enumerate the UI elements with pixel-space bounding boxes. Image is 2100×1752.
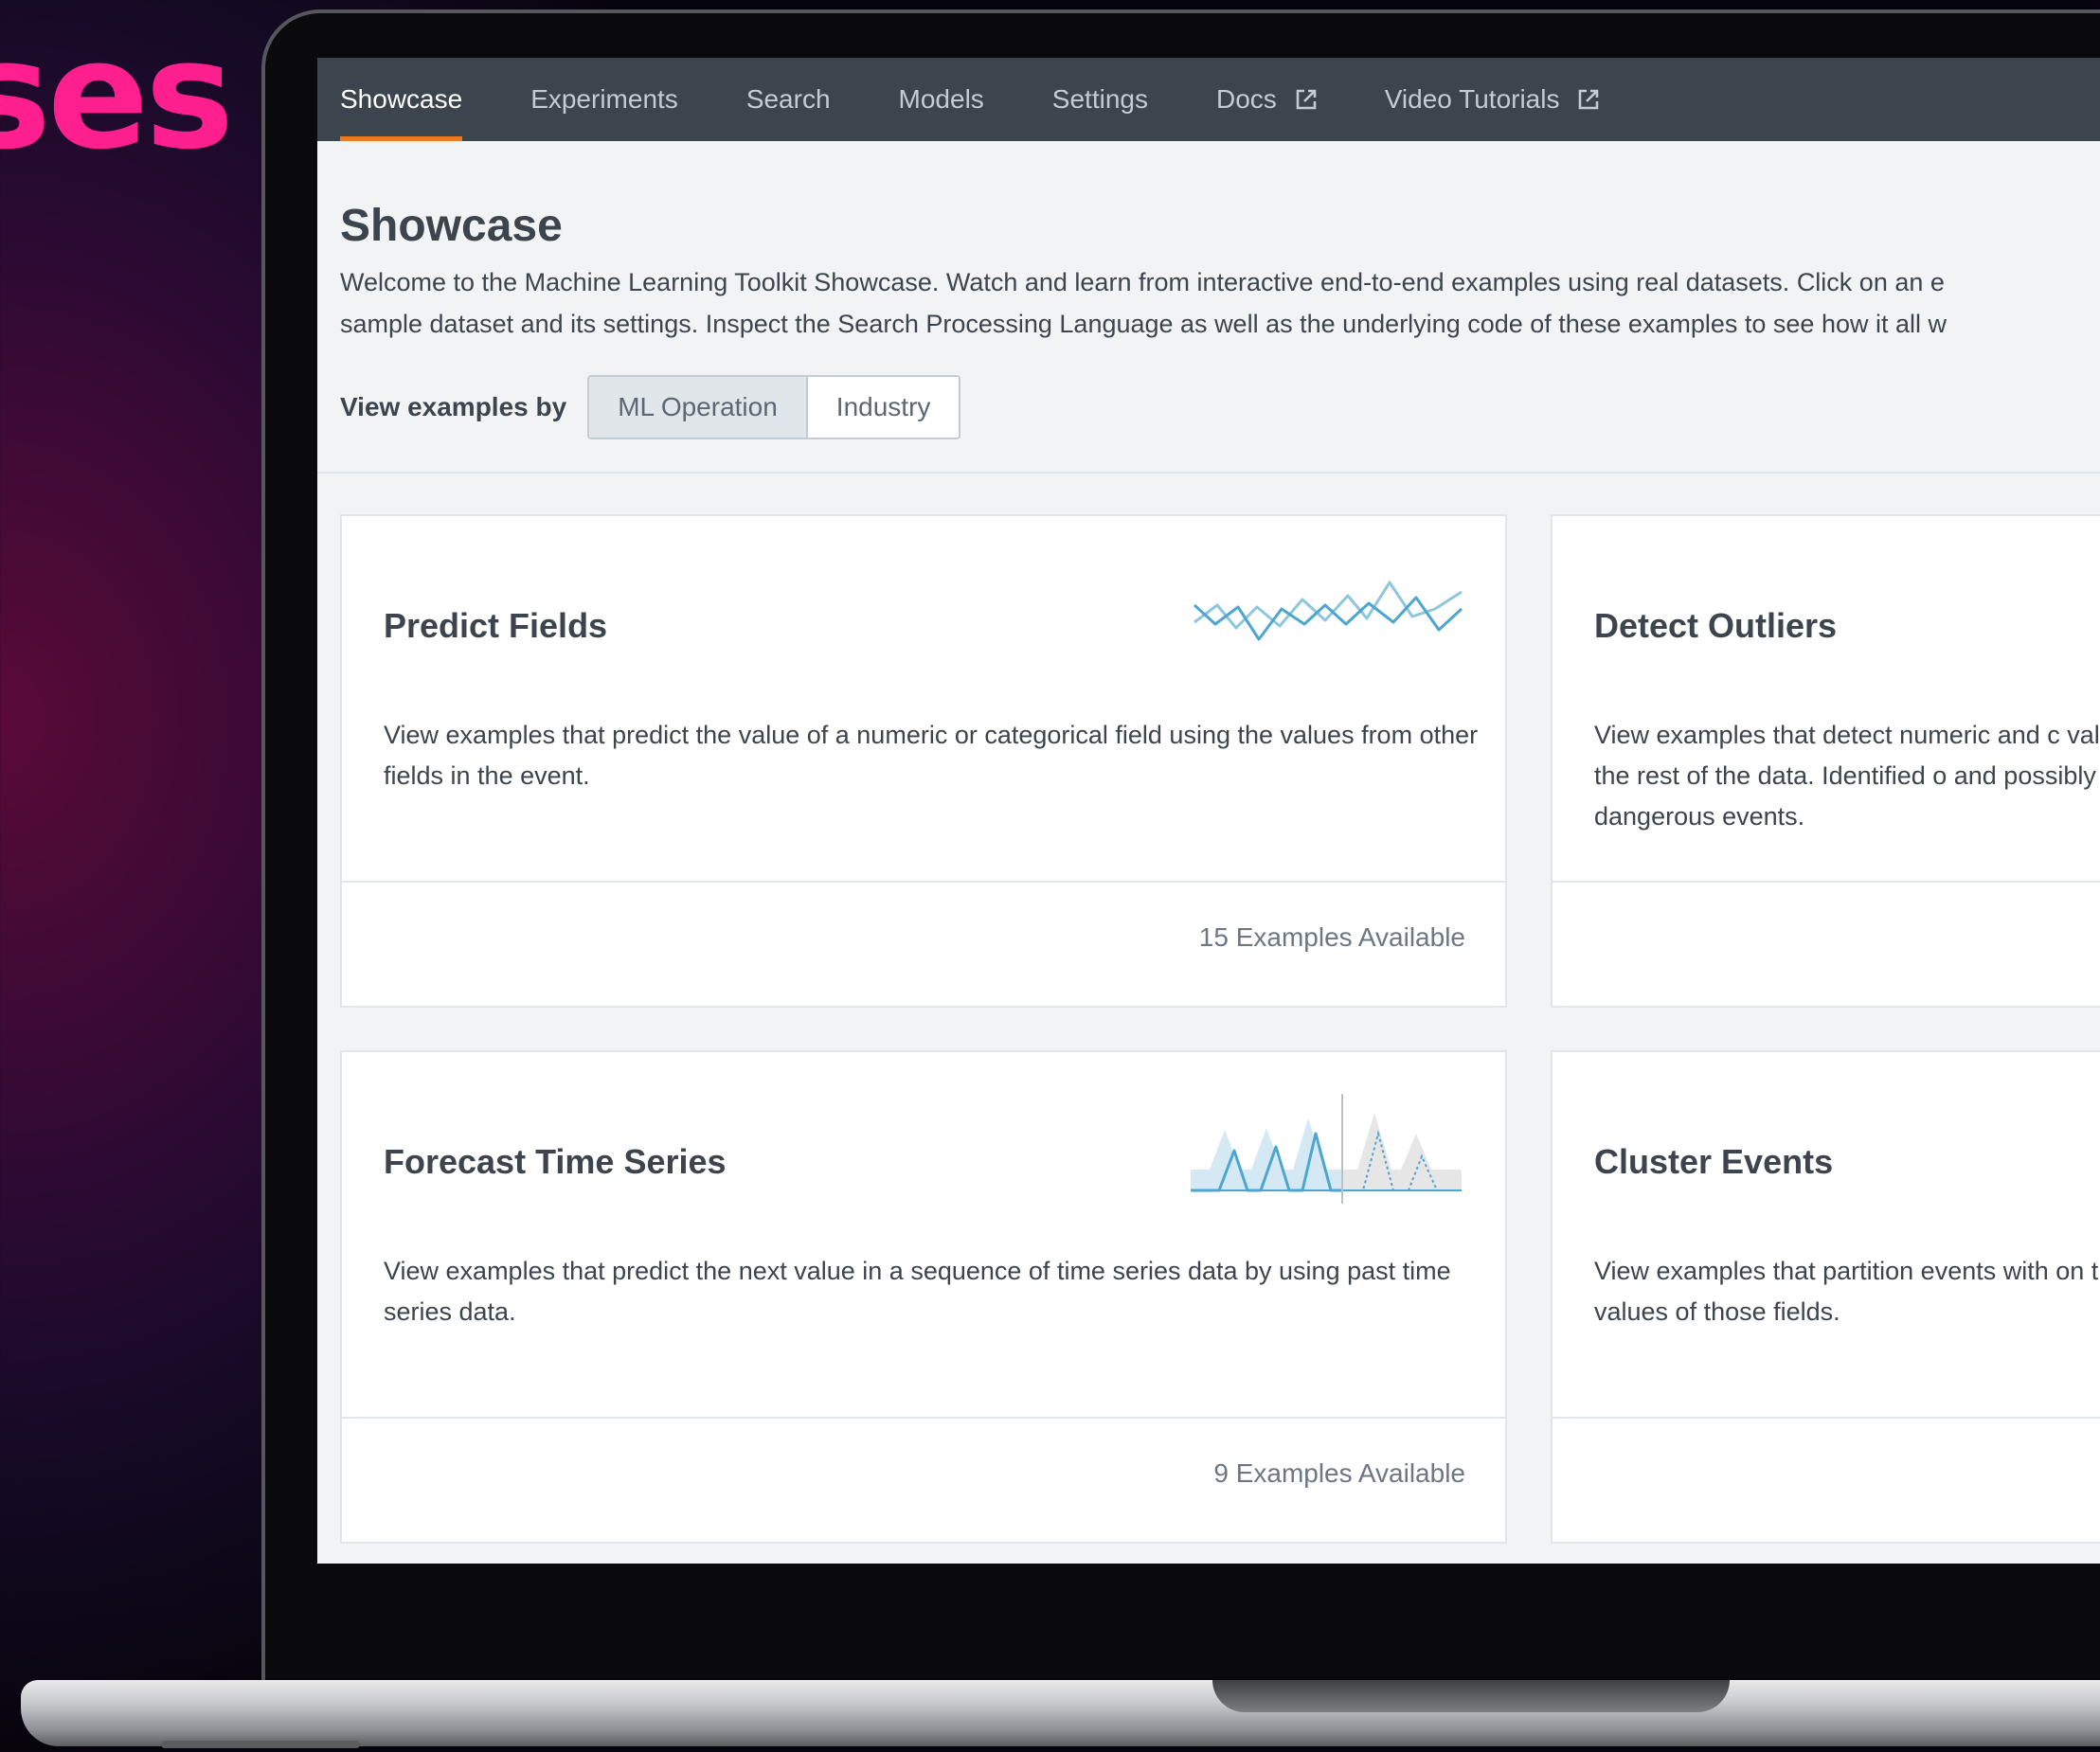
card-description: View examples that detect numeric and c …	[1594, 721, 2100, 831]
external-link-icon	[1296, 89, 1317, 110]
card-title: Predict Fields	[384, 606, 608, 645]
tab-docs[interactable]: Docs	[1216, 58, 1317, 141]
tab-showcase[interactable]: Showcase	[340, 58, 463, 141]
top-navigation: Showcase Experiments Search Models Setti…	[317, 58, 2100, 141]
industry-button[interactable]: Industry	[807, 377, 960, 438]
card-footer: 15 Examples Available	[342, 881, 1505, 1006]
tab-label: Search	[745, 84, 831, 114]
view-by-row: View examples by ML Operation Industry	[340, 375, 961, 439]
card-description: View examples that partition events with…	[1594, 1257, 2100, 1326]
card-cluster-events[interactable]: Cluster Events View examples that partit…	[1551, 1050, 2100, 1544]
laptop-base	[21, 1680, 2100, 1746]
tab-models[interactable]: Models	[899, 58, 984, 141]
section-divider	[317, 472, 2100, 474]
ml-operation-button[interactable]: ML Operation	[589, 377, 808, 438]
tab-label: Experiments	[530, 84, 678, 114]
app-screen: Showcase Experiments Search Models Setti…	[317, 58, 2100, 1564]
tab-video-tutorials[interactable]: Video Tutorials	[1385, 58, 1600, 141]
tab-experiments[interactable]: Experiments	[530, 58, 678, 141]
card-title: Cluster Events	[1594, 1142, 1834, 1181]
laptop-foot	[161, 1741, 360, 1748]
tab-label: Showcase	[340, 84, 463, 114]
page-header: Showcase Welcome to the Machine Learning…	[340, 200, 2100, 345]
examples-count: 9 Examples Available	[1213, 1458, 1465, 1488]
card-description: View examples that predict the next valu…	[384, 1257, 1451, 1326]
tab-label: Settings	[1051, 84, 1148, 114]
card-footer	[1553, 1417, 2100, 1542]
backdrop-headline: ses	[0, 9, 234, 183]
card-footer	[1553, 881, 2100, 1006]
page-description-line: sample dataset and its settings. Inspect…	[340, 310, 1947, 338]
page-description-line: Welcome to the Machine Learning Toolkit …	[340, 268, 1945, 296]
card-title: Detect Outliers	[1594, 606, 1838, 645]
card-predict-fields[interactable]: Predict Fields View examples that predic…	[340, 514, 1507, 1008]
page-description: Welcome to the Machine Learning Toolkit …	[340, 261, 2100, 345]
tab-label: Models	[898, 84, 984, 114]
card-detect-outliers[interactable]: Detect Outliers View examples that detec…	[1551, 514, 2100, 1008]
tab-label: Video Tutorials	[1384, 84, 1560, 114]
tab-label: Docs	[1215, 84, 1277, 114]
view-by-label: View examples by	[340, 392, 567, 421]
examples-count: 15 Examples Available	[1198, 922, 1465, 952]
tab-settings[interactable]: Settings	[1052, 58, 1148, 141]
zigzag-lines-icon	[1193, 571, 1463, 655]
card-title: Forecast Time Series	[384, 1142, 727, 1181]
card-forecast-time-series[interactable]: Forecast Time Series View examples that …	[340, 1050, 1507, 1544]
laptop-notch	[1212, 1680, 1730, 1712]
card-footer: 9 Examples Available	[342, 1417, 1505, 1542]
page-title: Showcase	[340, 201, 563, 251]
card-description: View examples that predict the value of …	[384, 721, 1479, 790]
view-by-toggle: ML Operation Industry	[587, 375, 961, 439]
forecast-peaks-icon	[1189, 1092, 1463, 1210]
tab-search[interactable]: Search	[746, 58, 831, 141]
external-link-icon	[1578, 89, 1599, 110]
